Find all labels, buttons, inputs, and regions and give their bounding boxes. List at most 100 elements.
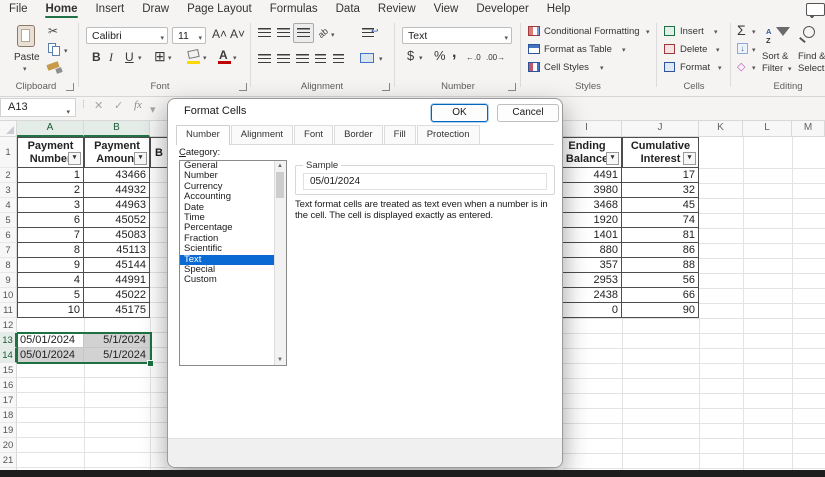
fill-down-icon[interactable]: ↓ bbox=[737, 43, 748, 54]
scroll-thumb[interactable] bbox=[276, 172, 284, 198]
comma-style-icon[interactable]: , bbox=[452, 46, 456, 60]
filter-button[interactable]: ▾ bbox=[134, 152, 147, 165]
orientation-chevron-icon[interactable]: ▾ bbox=[331, 31, 335, 39]
find-select-label-2[interactable]: Select bbox=[798, 63, 824, 74]
cell-J11[interactable]: 90 bbox=[622, 303, 699, 318]
row-header-2[interactable]: 2 bbox=[0, 168, 17, 183]
menu-tab-draw[interactable]: Draw bbox=[133, 0, 178, 18]
underline-button[interactable]: U bbox=[125, 50, 134, 64]
dialog-tab-font[interactable]: Font bbox=[294, 125, 333, 144]
row-header-18[interactable]: 18 bbox=[0, 408, 17, 423]
find-select-label-1[interactable]: Find & bbox=[798, 51, 825, 62]
dialog-tab-protection[interactable]: Protection bbox=[417, 125, 480, 144]
align-right-icon[interactable] bbox=[296, 54, 309, 63]
cell-J7[interactable]: 86 bbox=[622, 243, 699, 258]
comments-icon[interactable] bbox=[806, 3, 825, 16]
borders-chevron-icon[interactable]: ▾ bbox=[168, 54, 172, 62]
cell-J10[interactable]: 66 bbox=[622, 288, 699, 303]
bold-button[interactable]: B bbox=[92, 50, 101, 64]
row-header-4[interactable]: 4 bbox=[0, 198, 17, 213]
number-format-combo[interactable]: Text bbox=[402, 27, 512, 44]
italic-button[interactable]: I bbox=[109, 50, 113, 64]
format-cells-icon[interactable] bbox=[664, 62, 675, 72]
align-center-icon[interactable] bbox=[277, 54, 290, 63]
cancel-entry-icon[interactable]: ✕ bbox=[94, 99, 103, 112]
category-option-accounting[interactable]: Accounting bbox=[180, 192, 286, 202]
cell-J2[interactable]: 17 bbox=[622, 168, 699, 183]
number-dialog-launcher[interactable] bbox=[508, 83, 516, 91]
cell-A4[interactable]: 3 bbox=[17, 198, 84, 213]
fill-color-chevron-icon[interactable]: ▾ bbox=[203, 54, 207, 62]
column-header-A[interactable]: A bbox=[17, 120, 84, 137]
cell-B11[interactable]: 45175 bbox=[84, 303, 150, 318]
row-header-7[interactable]: 7 bbox=[0, 243, 17, 258]
row-header-16[interactable]: 16 bbox=[0, 378, 17, 393]
fill-color-icon[interactable] bbox=[187, 49, 199, 59]
align-top-icon[interactable] bbox=[258, 28, 271, 37]
enter-entry-icon[interactable]: ✓ bbox=[114, 99, 123, 112]
cell-A2[interactable]: 1 bbox=[17, 168, 84, 183]
font-size-combo[interactable]: 11 bbox=[172, 27, 206, 44]
font-name-combo[interactable]: Calibri bbox=[86, 27, 168, 44]
insert-function-icon[interactable]: fx bbox=[134, 99, 142, 111]
cell-B7[interactable]: 45113 bbox=[84, 243, 150, 258]
row-header-10[interactable]: 10 bbox=[0, 288, 17, 303]
row-header-14[interactable]: 14 bbox=[0, 348, 17, 363]
align-left-icon[interactable] bbox=[258, 54, 271, 63]
ok-button[interactable]: OK bbox=[431, 104, 488, 122]
cell-J3[interactable]: 32 bbox=[622, 183, 699, 198]
name-box[interactable]: A13 ▾ bbox=[0, 98, 76, 117]
sort-filter-label-2[interactable]: Filter bbox=[762, 63, 783, 74]
accounting-chevron-icon[interactable]: ▾ bbox=[419, 54, 423, 62]
copy-chevron-icon[interactable]: ▾ bbox=[64, 47, 68, 55]
menu-tab-file[interactable]: File bbox=[0, 0, 37, 18]
sort-filter-label-1[interactable]: Sort & bbox=[762, 51, 788, 62]
cell-B3[interactable]: 44932 bbox=[84, 183, 150, 198]
decrease-decimal-icon[interactable]: .00→ bbox=[486, 52, 505, 63]
orientation-icon[interactable]: ab bbox=[315, 24, 332, 41]
insert-label[interactable]: Insert bbox=[680, 26, 704, 37]
column-header-L[interactable]: L bbox=[743, 120, 792, 137]
menu-tab-view[interactable]: View bbox=[425, 0, 468, 18]
delete-label[interactable]: Delete bbox=[680, 44, 707, 55]
grow-font-icon[interactable]: A˄ bbox=[212, 27, 227, 41]
cell-J5[interactable]: 74 bbox=[622, 213, 699, 228]
align-middle-icon[interactable] bbox=[277, 28, 290, 37]
align-bottom-active-box[interactable] bbox=[293, 23, 314, 43]
dialog-tab-alignment[interactable]: Alignment bbox=[231, 125, 293, 144]
cell-B4[interactable]: 44963 bbox=[84, 198, 150, 213]
cell-B9[interactable]: 44991 bbox=[84, 273, 150, 288]
menu-tab-insert[interactable]: Insert bbox=[86, 0, 133, 18]
format-label[interactable]: Format bbox=[680, 62, 710, 73]
insert-cells-icon[interactable] bbox=[664, 26, 675, 36]
increase-indent-icon[interactable] bbox=[333, 54, 344, 63]
font-color-chevron-icon[interactable]: ▾ bbox=[233, 54, 237, 62]
cell-J6[interactable]: 81 bbox=[622, 228, 699, 243]
menu-tab-review[interactable]: Review bbox=[369, 0, 425, 18]
category-option-custom[interactable]: Custom bbox=[180, 275, 286, 285]
row-header-21[interactable]: 21 bbox=[0, 453, 17, 468]
format-as-table-icon[interactable] bbox=[528, 44, 540, 54]
menu-tab-data[interactable]: Data bbox=[327, 0, 369, 18]
cell-J4[interactable]: 45 bbox=[622, 198, 699, 213]
row-header-5[interactable]: 5 bbox=[0, 213, 17, 228]
cell-A3[interactable]: 2 bbox=[17, 183, 84, 198]
decrease-indent-icon[interactable] bbox=[315, 54, 326, 63]
category-option-scientific[interactable]: Scientific bbox=[180, 244, 286, 254]
shrink-font-icon[interactable]: A˅ bbox=[230, 27, 245, 41]
category-listbox[interactable]: GeneralNumberCurrencyAccountingDateTimeP… bbox=[179, 160, 287, 366]
cell-styles-icon[interactable] bbox=[528, 62, 540, 72]
row-header-17[interactable]: 17 bbox=[0, 393, 17, 408]
clipboard-dialog-launcher[interactable] bbox=[66, 83, 74, 91]
menu-tab-page-layout[interactable]: Page Layout bbox=[178, 0, 261, 18]
scroll-down-icon[interactable]: ▼ bbox=[275, 355, 285, 365]
row-header-19[interactable]: 19 bbox=[0, 423, 17, 438]
name-box-chevron-icon[interactable]: ▾ bbox=[66, 104, 70, 121]
cell-A9[interactable]: 4 bbox=[17, 273, 84, 288]
conditional-formatting-label[interactable]: Conditional Formatting bbox=[544, 26, 640, 37]
column-header-B[interactable]: B bbox=[84, 120, 150, 137]
row-header-8[interactable]: 8 bbox=[0, 258, 17, 273]
dialog-tab-border[interactable]: Border bbox=[334, 125, 383, 144]
cell-B10[interactable]: 45022 bbox=[84, 288, 150, 303]
row-header-13[interactable]: 13 bbox=[0, 333, 17, 348]
